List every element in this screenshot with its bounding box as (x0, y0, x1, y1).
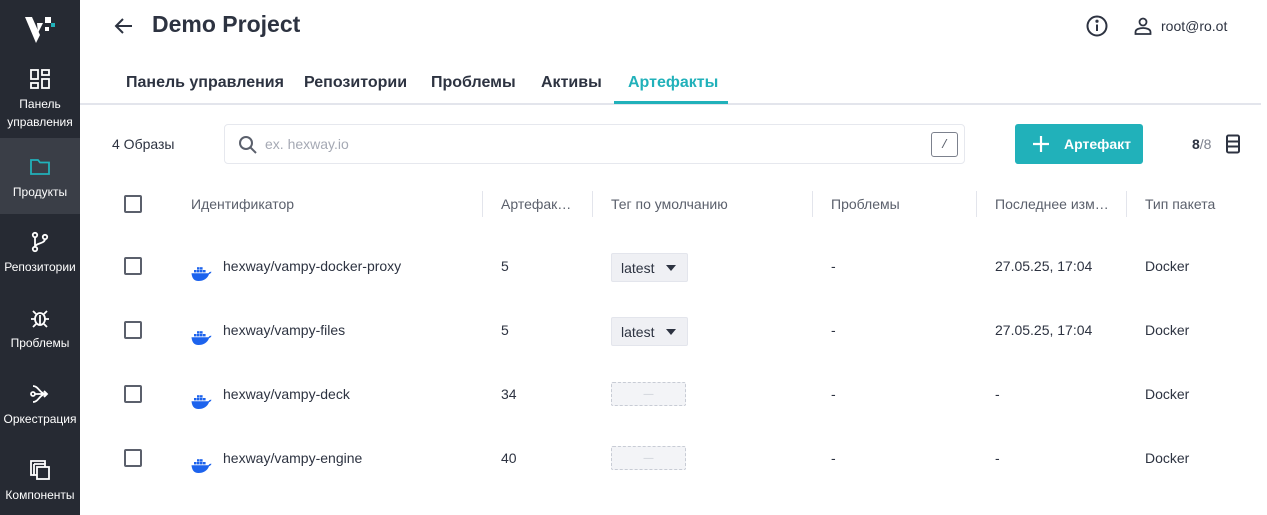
row-issues: - (831, 258, 836, 274)
header-artifacts[interactable]: Артефак… (501, 196, 581, 212)
columns-total: /8 (1199, 136, 1212, 152)
row-identifier[interactable]: hexway/vampy-engine (223, 450, 362, 466)
search-icon (239, 136, 257, 154)
row-package-type: Docker (1145, 450, 1190, 466)
tab-dashboard[interactable]: Панель управления (126, 74, 284, 92)
sidebar-item-label: Панель управления (7, 97, 73, 129)
dashboard-icon (28, 67, 52, 91)
sidebar-item-label: Продукты (12, 185, 68, 199)
select-all-checkbox[interactable] (124, 195, 142, 213)
images-count: 4 Образы (112, 136, 175, 152)
row-issues: - (831, 386, 836, 402)
row-last-modified: - (995, 450, 1000, 466)
sidebar-item-components[interactable]: Компоненты (0, 458, 80, 508)
default-tag-empty: — (611, 382, 686, 406)
docker-icon (191, 331, 212, 345)
folder-icon (28, 155, 52, 179)
row-issues: - (831, 322, 836, 338)
docker-icon (191, 267, 212, 281)
column-divider[interactable] (812, 191, 813, 217)
components-icon (28, 458, 52, 482)
sidebar-item-label: Оркестрация (3, 412, 77, 426)
column-divider[interactable] (976, 191, 977, 217)
columns-counter: 8/8 (1192, 136, 1211, 152)
sidebar-item-issues[interactable]: Проблемы (0, 306, 80, 356)
sidebar-item-label: Компоненты (5, 488, 75, 502)
plus-icon (1033, 136, 1049, 152)
row-last-modified: 27.05.25, 17:04 (995, 258, 1093, 274)
row-package-type: Docker (1145, 258, 1190, 274)
row-artifacts-count: 5 (501, 322, 509, 338)
search-box: / (224, 124, 965, 164)
tab-assets[interactable]: Активы (541, 74, 602, 92)
sidebar-item-repositories[interactable]: Репозитории (0, 230, 80, 280)
tab-artifacts[interactable]: Артефакты (628, 74, 718, 92)
column-divider[interactable] (482, 191, 483, 217)
add-artifact-button[interactable]: Артефакт (1015, 124, 1143, 164)
header-package-type[interactable]: Тип пакета (1145, 196, 1255, 212)
sidebar-item-orchestration[interactable]: Оркестрация (0, 382, 80, 432)
app-logo[interactable] (0, 0, 80, 60)
back-arrow-icon[interactable] (112, 14, 136, 38)
row-last-modified: 27.05.25, 17:04 (995, 322, 1093, 338)
column-divider[interactable] (1126, 191, 1127, 217)
default-tag-dropdown[interactable]: latest (611, 317, 688, 346)
row-identifier[interactable]: hexway/vampy-deck (223, 386, 350, 402)
row-package-type: Docker (1145, 386, 1190, 402)
row-identifier[interactable]: hexway/vampy-docker-proxy (223, 258, 401, 274)
user-icon (1134, 17, 1152, 35)
caret-down-icon (666, 265, 676, 271)
sidebar-item-label: Репозитории (4, 260, 76, 274)
tab-issues[interactable]: Проблемы (431, 74, 516, 92)
row-checkbox[interactable] (124, 449, 142, 467)
info-icon[interactable] (1085, 14, 1109, 38)
default-tag-dropdown[interactable]: latest (611, 253, 688, 282)
user-menu[interactable]: root@ro.ot (1133, 14, 1227, 38)
table-row[interactable]: hexway/vampy-docker-proxy 5 latest - 27.… (112, 250, 1261, 314)
default-tag-empty: — (611, 446, 686, 470)
user-name: root@ro.ot (1161, 18, 1228, 34)
row-artifacts-count: 40 (501, 450, 517, 466)
row-checkbox[interactable] (124, 321, 142, 339)
branch-icon (28, 230, 52, 254)
tab-repositories[interactable]: Репозитории (304, 74, 407, 92)
add-artifact-label: Артефакт (1064, 136, 1132, 152)
sidebar: Панель управления Продукты Репозитории П… (0, 0, 80, 515)
orchestration-icon (28, 382, 52, 406)
sidebar-item-dashboard[interactable]: Панель управления (0, 67, 80, 133)
table-row[interactable]: hexway/vampy-files 5 latest - 27.05.25, … (112, 314, 1261, 378)
search-input[interactable] (265, 133, 905, 155)
header-last-modified[interactable]: Последнее изм… (995, 196, 1115, 212)
column-divider[interactable] (592, 191, 593, 217)
default-tag-value: latest (621, 259, 655, 276)
caret-down-icon (666, 329, 676, 335)
columns-settings-icon[interactable] (1224, 134, 1242, 154)
tab-bar: Панель управления Репозитории Проблемы А… (80, 60, 1261, 105)
row-checkbox[interactable] (124, 385, 142, 403)
header-default-tag[interactable]: Тег по умолчанию (611, 196, 801, 212)
sidebar-item-products[interactable]: Продукты (0, 138, 80, 214)
row-last-modified: - (995, 386, 1000, 402)
table-row[interactable]: hexway/vampy-deck 34 — - - Docker (112, 378, 1261, 442)
logo-icon (25, 17, 55, 43)
row-artifacts-count: 5 (501, 258, 509, 274)
sidebar-item-label: Проблемы (10, 336, 70, 350)
row-artifacts-count: 34 (501, 386, 517, 402)
active-tab-indicator (614, 101, 728, 104)
search-shortcut-hint: / (931, 132, 958, 157)
default-tag-value: latest (621, 323, 655, 340)
columns-shown: 8 (1192, 136, 1200, 152)
docker-icon (191, 459, 212, 473)
table-row[interactable]: hexway/vampy-engine 40 — - - Docker (112, 442, 1261, 506)
row-issues: - (831, 450, 836, 466)
page-title: Demo Project (152, 11, 301, 37)
docker-icon (191, 395, 212, 409)
row-identifier[interactable]: hexway/vampy-files (223, 322, 345, 338)
row-package-type: Docker (1145, 322, 1190, 338)
header-issues[interactable]: Проблемы (831, 196, 971, 212)
bug-icon (28, 306, 52, 330)
header-identifier[interactable]: Идентификатор (191, 196, 471, 212)
row-checkbox[interactable] (124, 257, 142, 275)
